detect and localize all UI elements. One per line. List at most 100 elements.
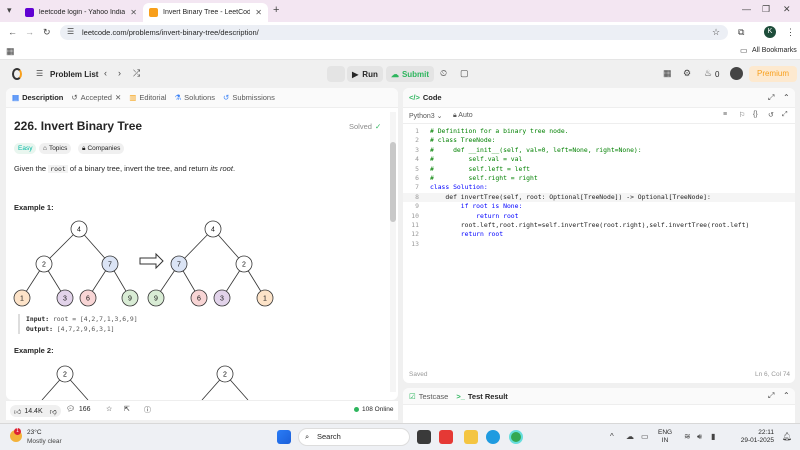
notes-icon[interactable]: ▢	[460, 69, 469, 78]
code-line: return root	[430, 211, 519, 220]
tab-description[interactable]: ▤ Description	[12, 93, 63, 102]
difficulty-badge[interactable]: Easy	[14, 143, 37, 154]
submit-button[interactable]: ☁ Submit	[386, 66, 434, 82]
next-problem-icon[interactable]: ›	[118, 69, 121, 78]
thumbs-down-icon[interactable]: 👎︎	[50, 407, 57, 416]
site-info-icon[interactable]: ☰	[67, 28, 74, 36]
premium-button[interactable]: Premium	[749, 66, 797, 82]
windows-start-icon[interactable]	[277, 430, 291, 444]
braces-icon[interactable]: {}	[753, 111, 758, 118]
notification-bell-icon[interactable]: 🔔︎	[782, 433, 792, 441]
battery-status-icon[interactable]: ▮	[711, 433, 715, 441]
tab-solutions[interactable]: ⚗ Solutions	[174, 93, 215, 102]
browser-menu-icon[interactable]: ⋮	[786, 28, 795, 37]
task-view-icon[interactable]	[417, 430, 431, 444]
volume-icon[interactable]: 🔊︎	[697, 433, 702, 441]
language-indicator[interactable]: ENG IN	[658, 429, 672, 445]
extensions-icon[interactable]: ⧉	[738, 28, 744, 37]
tray-chevron-icon[interactable]: ^	[610, 433, 614, 441]
address-bar-row: ← → ↻ ☰ leetcode.com/problems/invert-bin…	[0, 22, 800, 43]
tab-code[interactable]: </> Code	[409, 93, 442, 102]
problem-list-link[interactable]: Problem List	[50, 70, 98, 79]
prev-problem-icon[interactable]: ‹	[104, 69, 107, 78]
favorite-star-icon[interactable]: ☆	[106, 405, 112, 413]
streak-fire-icon[interactable]: ♨	[704, 69, 712, 78]
document-icon: ▤	[12, 93, 20, 102]
example-2-tree-diagram: 2 2	[41, 365, 249, 400]
thumbs-up-icon[interactable]: 👍︎	[14, 407, 21, 416]
lock-icon: 🔒︎	[82, 145, 86, 152]
flask-icon: ⚗	[174, 93, 182, 102]
forward-icon[interactable]: →	[25, 28, 34, 37]
profile-avatar[interactable]: K	[764, 26, 776, 38]
format-icon[interactable]: ≡	[723, 111, 727, 118]
language-select[interactable]: Python3 ⌄	[409, 112, 443, 120]
new-tab-icon[interactable]: +	[273, 5, 279, 16]
restore-icon[interactable]: ❐	[762, 5, 770, 14]
desc-emphasis: its root	[210, 164, 233, 173]
chrome-icon[interactable]	[509, 430, 523, 444]
topics-badge[interactable]: ⌂ Topics	[39, 143, 72, 154]
battery-icon[interactable]: ▭	[641, 433, 649, 441]
maximize-icon[interactable]: ⤢	[768, 94, 774, 102]
edge-icon[interactable]	[486, 430, 500, 444]
collapse-icon[interactable]: ⌃	[783, 94, 790, 102]
reset-icon[interactable]: ↺	[768, 111, 774, 119]
url-text: leetcode.com/problems/invert-binary-tree…	[82, 28, 259, 37]
companies-label: Companies	[87, 145, 121, 152]
line-number: 1	[415, 127, 419, 135]
history-icon: ↺	[71, 93, 78, 102]
scrollbar-thumb[interactable]	[390, 142, 396, 222]
settings-gear-icon[interactable]: ⚙	[683, 69, 691, 78]
apps-grid-icon[interactable]: ▦	[6, 47, 15, 56]
run-button[interactable]: ▶ Run	[347, 66, 383, 82]
shuffle-icon[interactable]: ⤮	[133, 69, 140, 78]
back-icon[interactable]: ←	[8, 28, 17, 37]
list-icon[interactable]: ☰	[36, 70, 43, 78]
bookmark-star-icon[interactable]: ☆	[712, 28, 720, 37]
timer-icon[interactable]: ⏲	[440, 69, 447, 78]
companies-badge[interactable]: 🔒︎ Companies	[78, 143, 125, 154]
close-window-icon[interactable]: ✕	[783, 5, 791, 14]
minimize-icon[interactable]: —	[742, 5, 751, 14]
tag-icon: ⌂	[43, 145, 47, 152]
tab-submissions[interactable]: ↺ Submissions	[223, 93, 275, 102]
youtube-icon[interactable]	[439, 430, 453, 444]
tree-node: 1	[263, 296, 267, 303]
cloud-icon[interactable]: ☁	[626, 433, 634, 441]
leetcode-logo[interactable]	[12, 68, 22, 80]
tab-search-icon[interactable]: ▾	[7, 6, 12, 15]
weather-widget[interactable]: 1 23°C Mostly clear	[8, 428, 68, 448]
comments-button[interactable]: 💬︎ 166	[66, 405, 91, 414]
layout-icon[interactable]: ▦	[663, 69, 672, 78]
all-bookmarks-link[interactable]: All Bookmarks	[752, 47, 797, 54]
browser-tab-leetcode[interactable]: Invert Binary Tree - LeetCode ✕	[143, 3, 268, 22]
file-explorer-icon[interactable]	[464, 430, 478, 444]
expand-icon[interactable]: ⤢	[782, 111, 788, 119]
help-icon[interactable]: ⓘ	[144, 405, 151, 415]
description-scrollbar[interactable]	[390, 112, 396, 392]
tab-accepted[interactable]: ↺ Accepted ✕	[71, 93, 121, 102]
close-tab-icon[interactable]: ✕	[255, 8, 262, 17]
tab-test-result[interactable]: >_ Test Result	[456, 392, 507, 401]
user-avatar[interactable]	[730, 67, 743, 80]
bookmark-icon[interactable]: ⚐	[739, 111, 745, 119]
code-area[interactable]: 1 # Definition for a binary tree node. 2 #…	[403, 127, 795, 257]
close-icon[interactable]: ✕	[115, 93, 121, 102]
url-bar[interactable]: ☰ leetcode.com/problems/invert-binary-tr…	[60, 25, 728, 40]
collapse-icon[interactable]: ⌃	[783, 392, 790, 400]
tab-editorial[interactable]: ▥ Editorial	[129, 93, 166, 102]
clock[interactable]: 22:11 29-01-2025	[730, 429, 774, 445]
close-tab-icon[interactable]: ✕	[130, 8, 137, 17]
share-icon[interactable]: ⇱	[124, 405, 130, 413]
debug-button[interactable]	[327, 66, 345, 82]
taskbar-search[interactable]: ⌕ Search	[298, 428, 410, 446]
browser-tab-yahoo[interactable]: leetcode login - Yahoo India Se ✕	[19, 3, 143, 22]
wifi-icon[interactable]: ≋	[684, 433, 691, 441]
tree-node: 6	[197, 296, 201, 303]
auto-toggle[interactable]: 🔒︎ Auto	[453, 112, 473, 120]
tab-testcase[interactable]: ☑ Testcase	[409, 392, 448, 401]
maximize-icon[interactable]: ⤢	[768, 392, 774, 400]
input-value: root = [4,2,7,1,3,6,9]	[52, 315, 138, 323]
reload-icon[interactable]: ↻	[43, 28, 51, 37]
